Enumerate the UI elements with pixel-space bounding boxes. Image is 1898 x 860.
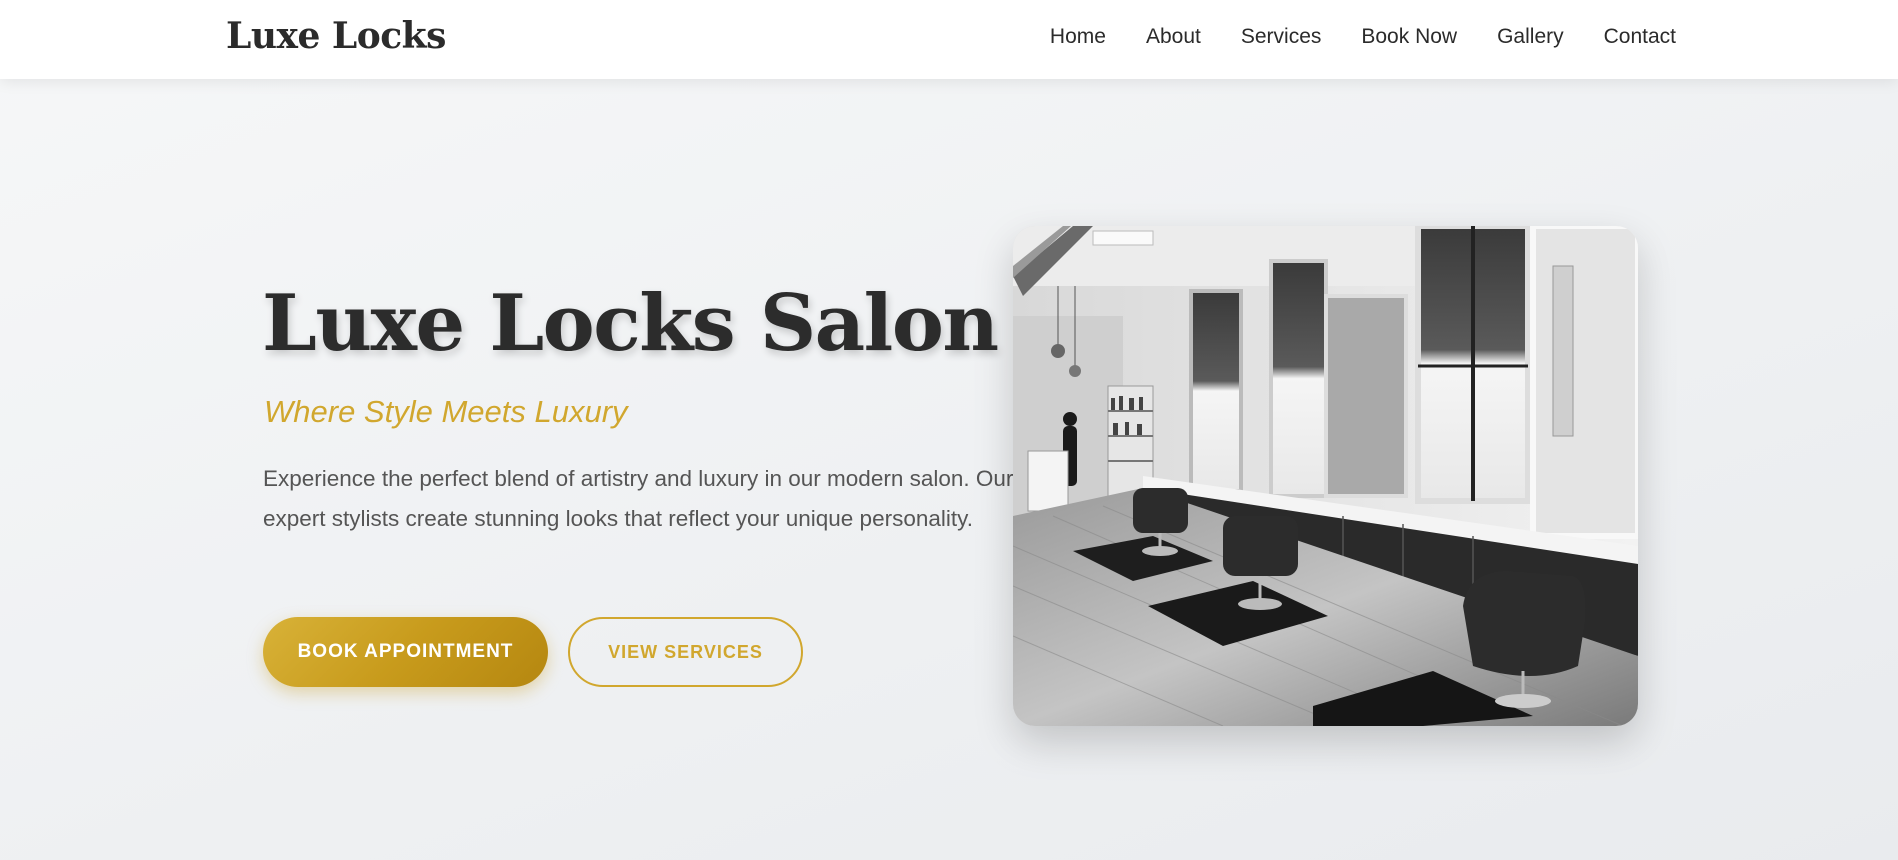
view-services-button[interactable]: VIEW SERVICES — [568, 617, 803, 687]
hero-tagline: Where Style Meets Luxury — [264, 394, 628, 429]
nav-link-book-now[interactable]: Book Now — [1361, 25, 1457, 49]
nav-link-services[interactable]: Services — [1241, 25, 1322, 49]
nav-link-home[interactable]: Home — [1050, 25, 1106, 49]
salon-interior-image — [1013, 226, 1638, 726]
nav-links: Home About Services Book Now Gallery Con… — [1050, 25, 1676, 49]
book-appointment-button[interactable]: BOOK APPOINTMENT — [263, 617, 548, 687]
navbar: Luxe Locks Home About Services Book Now … — [0, 0, 1898, 79]
nav-link-about[interactable]: About — [1146, 25, 1201, 49]
brand-logo[interactable]: Luxe Locks — [226, 15, 446, 57]
hero-title: Luxe Locks Salon — [262, 278, 999, 369]
hero-description: Experience the perfect blend of artistry… — [263, 466, 1014, 531]
nav-link-gallery[interactable]: Gallery — [1497, 25, 1564, 49]
nav-link-contact[interactable]: Contact — [1604, 25, 1676, 49]
